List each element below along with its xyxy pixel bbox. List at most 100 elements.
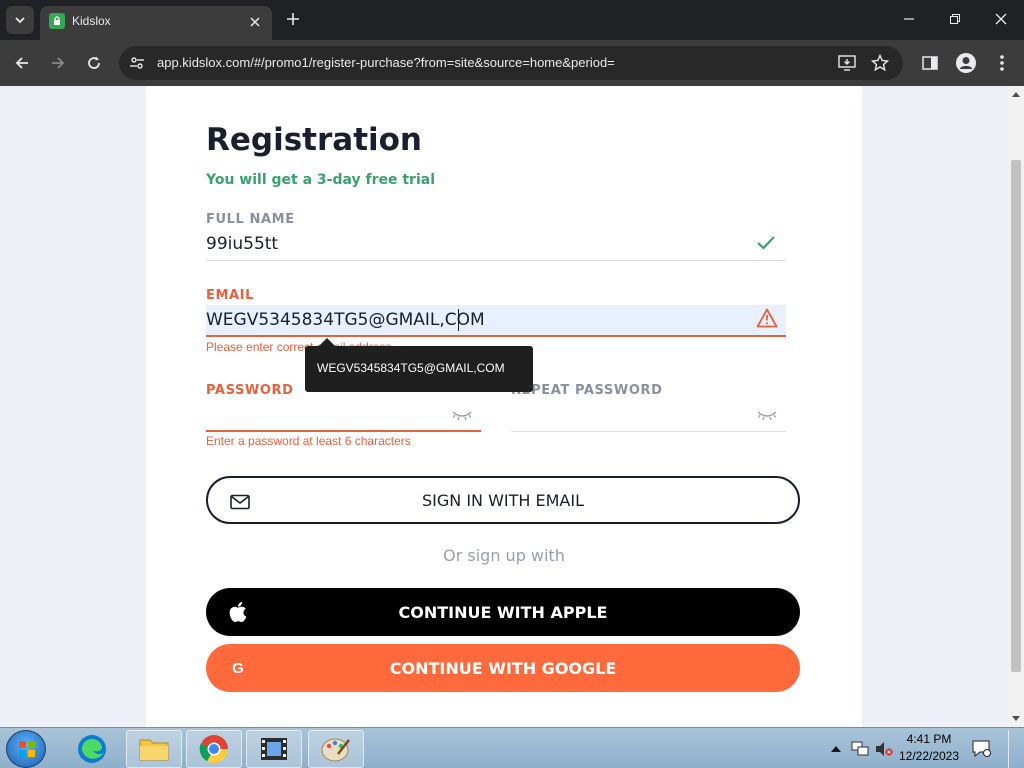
kidslox-favicon-icon xyxy=(49,13,65,29)
plus-icon xyxy=(287,13,299,25)
browser-toolbar: app.kidslox.com/#/promo1/register-purcha… xyxy=(0,40,1024,86)
scroll-down-arrow[interactable] xyxy=(1008,711,1024,727)
continue-apple-button[interactable]: CONTINUE WITH APPLE xyxy=(206,588,800,636)
or-sign-up-text: Or sign up with xyxy=(443,546,565,565)
chevron-down-icon xyxy=(15,17,25,24)
edge-icon xyxy=(78,735,106,763)
taskbar-chrome[interactable] xyxy=(186,730,242,768)
tab-search-button[interactable] xyxy=(6,6,34,34)
eye-closed-icon[interactable] xyxy=(451,408,473,422)
browser-tab[interactable]: Kidslox xyxy=(40,6,272,40)
taskbar-file-explorer[interactable] xyxy=(126,730,182,768)
browser-menu-button[interactable] xyxy=(990,51,1014,75)
taskbar-movie-maker[interactable] xyxy=(246,730,302,768)
registration-card: Registration You will get a 3-day free t… xyxy=(146,86,862,727)
reload-button[interactable] xyxy=(82,51,106,75)
tab-close-button[interactable] xyxy=(246,13,264,31)
taskbar-clock[interactable]: 4:41 PM 12/22/2023 xyxy=(894,731,964,765)
continue-google-label: CONTINUE WITH GOOGLE xyxy=(389,658,617,678)
email-label: EMAIL xyxy=(206,288,254,303)
windows-logo-icon xyxy=(19,741,35,757)
taskbar-paint[interactable] xyxy=(308,730,364,768)
text-cursor xyxy=(458,309,459,331)
trial-subtitle: You will get a 3-day free trial xyxy=(206,172,436,188)
continue-apple-label: CONTINUE WITH APPLE xyxy=(398,602,608,622)
network-tray-icon[interactable] xyxy=(850,728,870,768)
close-icon xyxy=(250,17,260,27)
address-bar[interactable]: app.kidslox.com/#/promo1/register-purcha… xyxy=(119,46,903,80)
page-title: Registration xyxy=(206,122,423,158)
show-hidden-icons-button[interactable] xyxy=(829,728,843,768)
sign-in-email-label: SIGN IN WITH EMAIL xyxy=(421,490,585,510)
scrollbar-thumb[interactable] xyxy=(1011,160,1021,672)
page-viewport: Registration You will get a 3-day free t… xyxy=(0,86,1008,727)
notification-flag-icon xyxy=(972,740,991,757)
profile-button[interactable] xyxy=(954,51,978,75)
password-label: PASSWORD xyxy=(206,383,294,398)
reload-icon xyxy=(88,56,100,69)
forward-button[interactable] xyxy=(46,51,70,75)
film-icon xyxy=(261,738,287,760)
caret-down-icon xyxy=(1012,716,1020,721)
envelope-icon xyxy=(228,490,252,514)
windows-taskbar: 4:41 PM 12/22/2023 xyxy=(0,727,1024,768)
password-underline xyxy=(206,430,481,432)
arrow-left-icon xyxy=(15,57,28,69)
start-button[interactable] xyxy=(6,730,46,768)
side-panel-button[interactable] xyxy=(918,51,942,75)
full-name-field[interactable]: 99iu55tt xyxy=(206,229,786,261)
clock-time: 4:41 PM xyxy=(906,732,952,746)
email-value: WEGV5345834TG5@GMAIL,COM xyxy=(206,310,485,330)
browser-tab-bar: Kidslox xyxy=(0,0,1024,40)
scroll-up-arrow[interactable] xyxy=(1008,86,1024,102)
email-tooltip: WEGV5345834TG5@GMAIL,COM xyxy=(305,338,533,392)
restore-button[interactable] xyxy=(940,6,970,32)
back-button[interactable] xyxy=(10,51,34,75)
taskbar-edge[interactable] xyxy=(64,730,120,768)
repeat-password-field[interactable] xyxy=(511,400,786,432)
email-underline xyxy=(206,335,786,337)
sign-in-email-button[interactable]: SIGN IN WITH EMAIL xyxy=(206,476,800,524)
minimize-button[interactable] xyxy=(894,6,924,32)
eye-closed-icon[interactable] xyxy=(756,408,778,422)
minimize-icon xyxy=(904,18,914,20)
close-icon xyxy=(995,13,1007,25)
password-field[interactable] xyxy=(206,400,481,432)
restore-icon xyxy=(950,14,960,24)
paint-palette-icon xyxy=(321,738,350,762)
tab-title: Kidslox xyxy=(72,14,111,28)
email-field[interactable]: WEGV5345834TG5@GMAIL,COM xyxy=(206,305,786,337)
bookmark-star-icon[interactable] xyxy=(870,53,890,73)
caret-up-icon xyxy=(1012,92,1020,97)
new-tab-button[interactable] xyxy=(282,8,304,30)
window-close-button[interactable] xyxy=(986,6,1016,32)
side-panel-icon xyxy=(922,56,938,70)
repeat-password-underline xyxy=(511,431,786,432)
show-desktop-button[interactable] xyxy=(1008,730,1022,768)
install-app-icon[interactable] xyxy=(837,53,857,73)
password-error-text: Enter a password at least 6 characters xyxy=(206,434,411,448)
network-icon xyxy=(851,741,869,755)
full-name-underline xyxy=(206,260,786,261)
apple-logo-icon xyxy=(226,600,250,624)
profile-avatar-icon xyxy=(956,53,976,73)
kebab-menu-icon xyxy=(1000,55,1004,71)
repeat-password-label: REPEAT PASSWORD xyxy=(511,383,663,398)
site-info-icon[interactable] xyxy=(127,53,147,73)
full-name-label: FULL NAME xyxy=(206,212,295,227)
action-center-icon[interactable] xyxy=(970,728,994,768)
full-name-value: 99iu55tt xyxy=(206,234,279,254)
volume-muted-icon xyxy=(876,741,893,756)
volume-tray-icon[interactable] xyxy=(874,728,894,768)
folder-icon xyxy=(139,739,169,761)
chrome-icon xyxy=(199,735,228,763)
caret-up-icon xyxy=(831,745,841,752)
warning-icon xyxy=(756,308,778,328)
checkmark-icon xyxy=(757,236,775,250)
url-text[interactable]: app.kidslox.com/#/promo1/register-purcha… xyxy=(157,55,615,70)
page-scrollbar[interactable] xyxy=(1008,86,1024,727)
clock-date: 12/22/2023 xyxy=(898,749,960,763)
continue-google-button[interactable]: G CONTINUE WITH GOOGLE xyxy=(206,644,800,692)
arrow-right-icon xyxy=(52,57,65,69)
google-g-icon: G xyxy=(232,659,244,677)
